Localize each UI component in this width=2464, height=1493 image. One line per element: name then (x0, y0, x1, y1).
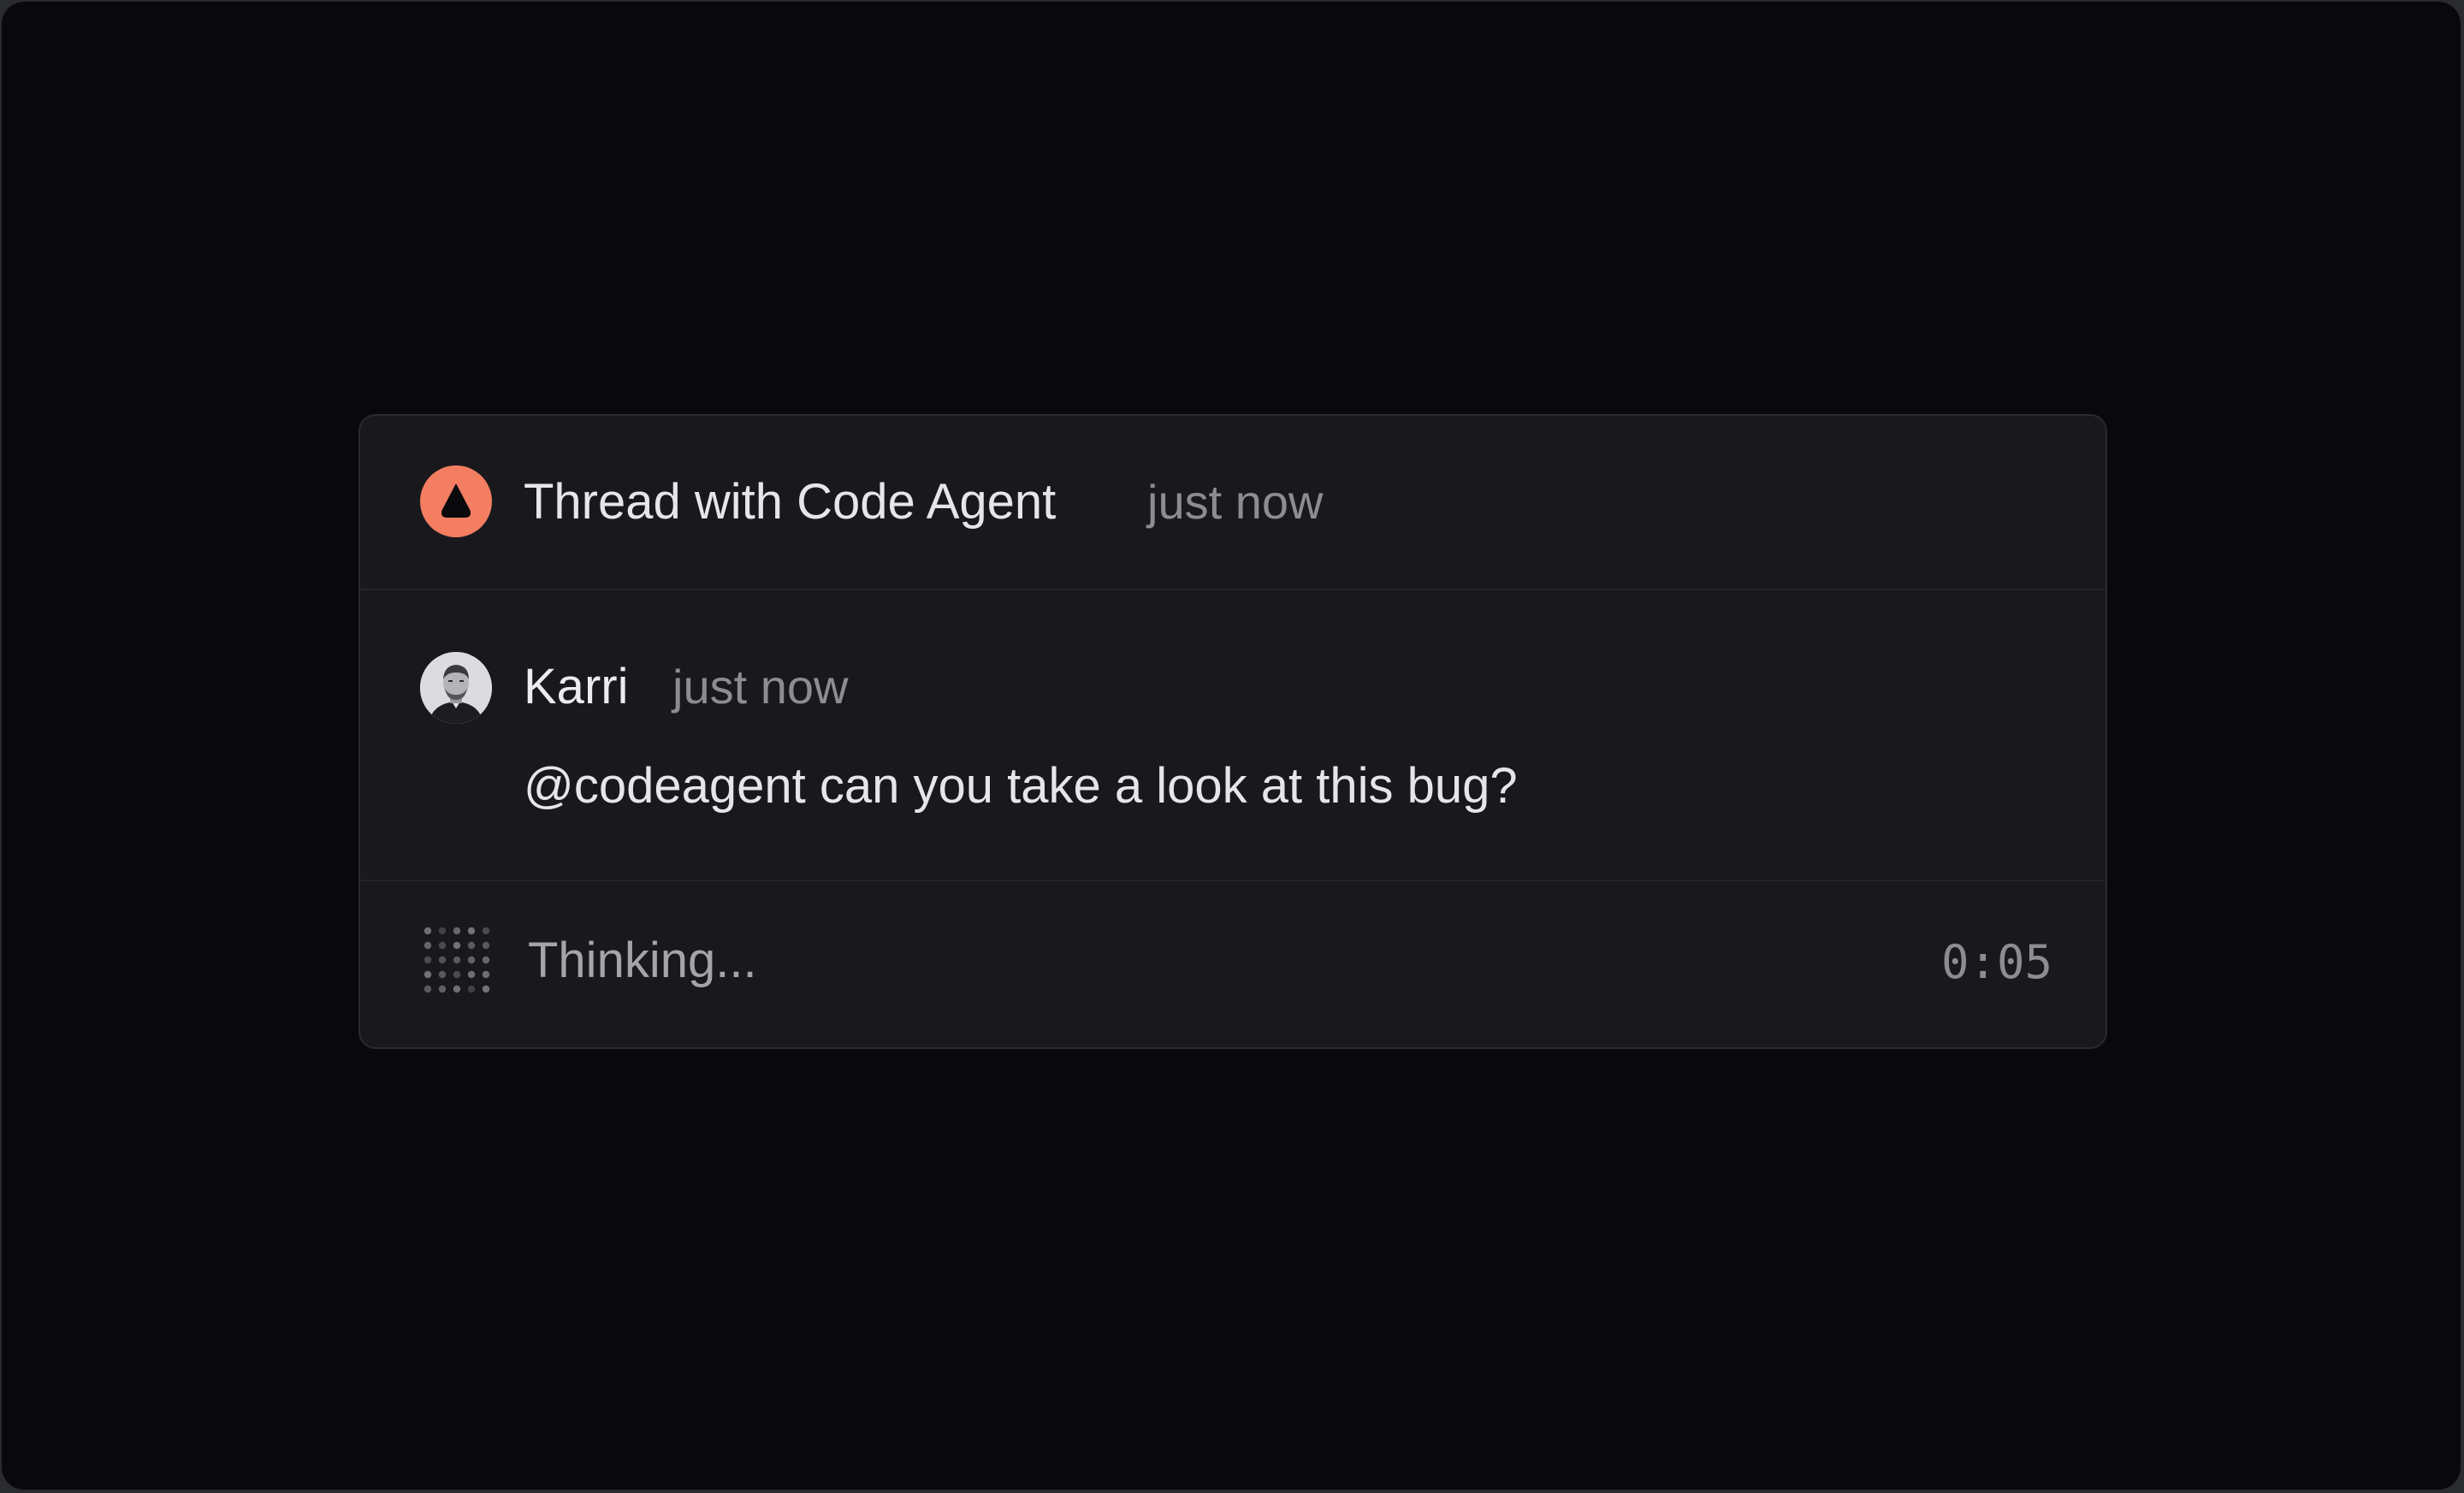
message-body: @codeagent can you take a look at this b… (524, 758, 1518, 814)
thread-title: Thread with Code Agent (524, 474, 1057, 530)
status-label: Thinking... (528, 933, 757, 988)
agent-status-row: Thinking... 0:05 (360, 880, 2106, 1047)
thread-timestamp: just now (1147, 475, 1324, 529)
thread-header: Thread with Code Agent just now (360, 416, 2106, 590)
screen-background: Thread with Code Agent just now Karri ju (2, 2, 2461, 1490)
thread-card: Thread with Code Agent just now Karri ju (358, 414, 2107, 1049)
message-item: Karri just now @codeagent can you take a… (360, 589, 2106, 881)
thinking-dots-icon (424, 927, 490, 993)
avatar[interactable] (420, 652, 492, 724)
code-agent-logo-icon (420, 465, 492, 537)
message-author[interactable]: Karri (524, 657, 628, 717)
elapsed-timer: 0:05 (1940, 935, 2052, 989)
message-timestamp: just now (672, 660, 849, 714)
